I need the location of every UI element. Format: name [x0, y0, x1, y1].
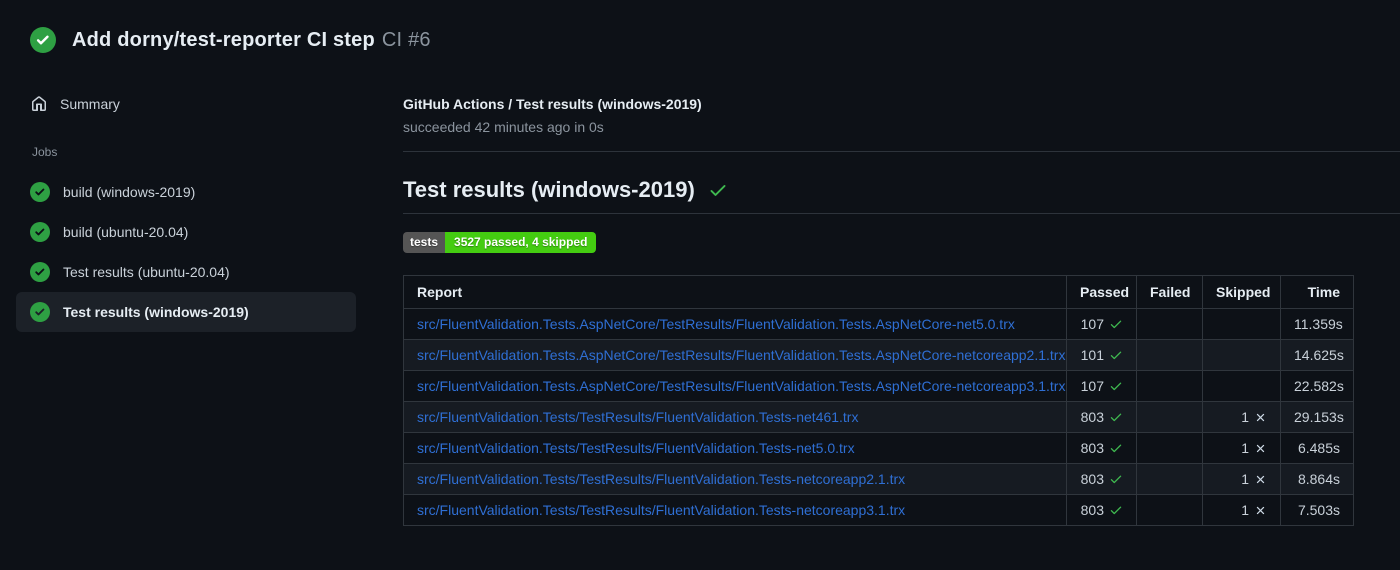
check-circle-icon: [30, 262, 50, 282]
skipped-cell: [1202, 370, 1281, 402]
failed-cell: [1136, 463, 1203, 495]
sidebar-item-summary[interactable]: Summary: [16, 88, 356, 120]
test-results-table: Report Passed Failed Skipped Time src/Fl…: [403, 275, 1354, 526]
passed-count: 107: [1080, 316, 1104, 332]
report-link[interactable]: src/FluentValidation.Tests/TestResults/F…: [417, 409, 858, 425]
failed-cell: [1136, 432, 1203, 464]
passed-count: 101: [1080, 347, 1104, 363]
skipped-count: 1: [1241, 471, 1249, 487]
check-run-title: GitHub Actions / Test results (windows-2…: [403, 96, 702, 112]
check-icon: [1109, 379, 1123, 393]
check-icon: [1109, 410, 1123, 424]
run-number: CI #6: [381, 28, 431, 51]
report-link[interactable]: src/FluentValidation.Tests.AspNetCore/Te…: [417, 316, 1015, 332]
report-link[interactable]: src/FluentValidation.Tests.AspNetCore/Te…: [417, 347, 1065, 363]
x-icon: [1254, 473, 1267, 486]
skipped-cell: 1: [1202, 494, 1281, 526]
tests-badge: tests 3527 passed, 4 skipped: [403, 232, 597, 253]
check-circle-icon: [30, 182, 50, 202]
sidebar-job-test-results-windows-2019[interactable]: Test results (windows-2019): [16, 292, 356, 332]
table-row: src/FluentValidation.Tests.AspNetCore/Te…: [403, 308, 1354, 340]
sidebar-job-build-ubuntu-20-04[interactable]: build (ubuntu-20.04): [16, 212, 356, 252]
home-icon: [31, 96, 47, 112]
skipped-cell: 1: [1202, 401, 1281, 433]
report-link[interactable]: src/FluentValidation.Tests.AspNetCore/Te…: [417, 378, 1065, 394]
table-row: src/FluentValidation.Tests/TestResults/F…: [403, 494, 1354, 526]
failed-cell: [1136, 401, 1203, 433]
job-label: build (ubuntu-20.04): [63, 224, 189, 240]
check-run-status-line: succeeded 42 minutes ago in 0s: [403, 119, 604, 135]
failed-cell: [1136, 308, 1203, 340]
table-row: src/FluentValidation.Tests/TestResults/F…: [403, 401, 1354, 433]
skipped-cell: 1: [1202, 463, 1281, 495]
time-cell: 8.864s: [1280, 463, 1354, 495]
job-label: build (windows-2019): [63, 184, 196, 200]
time-cell: 11.359s: [1280, 308, 1354, 340]
failed-cell: [1136, 370, 1203, 402]
check-icon: [1109, 317, 1123, 331]
sidebar-job-build-windows-2019[interactable]: build (windows-2019): [16, 172, 356, 212]
passed-count: 803: [1080, 440, 1104, 456]
time-cell: 29.153s: [1280, 401, 1354, 433]
passed-count: 803: [1080, 471, 1104, 487]
check-circle-icon: [30, 27, 56, 53]
report-link[interactable]: src/FluentValidation.Tests/TestResults/F…: [417, 440, 855, 456]
column-header-time: Time: [1280, 275, 1354, 309]
summary-label: Summary: [60, 96, 120, 112]
run-title-text: Add dorny/test-reporter CI step: [72, 28, 375, 51]
column-header-report: Report: [403, 275, 1067, 309]
column-header-skipped: Skipped: [1202, 275, 1281, 309]
check-circle-icon: [30, 302, 50, 322]
check-icon: [1109, 441, 1123, 455]
failed-cell: [1136, 494, 1203, 526]
report-link[interactable]: src/FluentValidation.Tests/TestResults/F…: [417, 502, 905, 518]
time-cell: 22.582s: [1280, 370, 1354, 402]
run-header: Add dorny/test-reporter CI step CI #6: [30, 27, 431, 53]
job-label: Test results (windows-2019): [63, 304, 249, 320]
check-circle-icon: [30, 222, 50, 242]
check-icon: [1109, 503, 1123, 517]
sidebar-job-test-results-ubuntu-20-04[interactable]: Test results (ubuntu-20.04): [16, 252, 356, 292]
job-label: Test results (ubuntu-20.04): [63, 264, 230, 280]
table-row: src/FluentValidation.Tests.AspNetCore/Te…: [403, 370, 1354, 402]
report-heading: Test results (windows-2019): [403, 177, 1400, 203]
table-row: src/FluentValidation.Tests.AspNetCore/Te…: [403, 339, 1354, 371]
x-icon: [1254, 504, 1267, 517]
tests-badge-value: 3527 passed, 4 skipped: [445, 232, 597, 253]
sidebar: Summary Jobs build (windows-2019) build …: [16, 88, 356, 332]
x-icon: [1254, 411, 1267, 424]
divider: [403, 213, 1400, 214]
jobs-list: build (windows-2019) build (ubuntu-20.04…: [16, 172, 356, 332]
skipped-count: 1: [1241, 440, 1249, 456]
report-link[interactable]: src/FluentValidation.Tests/TestResults/F…: [417, 471, 905, 487]
report-heading-text: Test results (windows-2019): [403, 177, 695, 202]
skipped-cell: [1202, 339, 1281, 371]
skipped-cell: 1: [1202, 432, 1281, 464]
x-icon: [1254, 442, 1267, 455]
table-row: src/FluentValidation.Tests/TestResults/F…: [403, 463, 1354, 495]
time-cell: 7.503s: [1280, 494, 1354, 526]
table-row: src/FluentValidation.Tests/TestResults/F…: [403, 432, 1354, 464]
check-icon: [1109, 472, 1123, 486]
column-header-failed: Failed: [1136, 275, 1203, 309]
time-cell: 6.485s: [1280, 432, 1354, 464]
skipped-count: 1: [1241, 502, 1249, 518]
divider: [403, 151, 1400, 152]
table-header-row: Report Passed Failed Skipped Time: [403, 275, 1354, 309]
passed-count: 803: [1080, 409, 1104, 425]
column-header-passed: Passed: [1066, 275, 1137, 309]
check-icon: [1109, 348, 1123, 362]
passed-count: 803: [1080, 502, 1104, 518]
check-run-panel: GitHub Actions / Test results (windows-2…: [403, 96, 1400, 526]
run-title: Add dorny/test-reporter CI step CI #6: [72, 29, 431, 52]
jobs-section-label: Jobs: [32, 145, 58, 159]
skipped-cell: [1202, 308, 1281, 340]
passed-count: 107: [1080, 378, 1104, 394]
skipped-count: 1: [1241, 409, 1249, 425]
time-cell: 14.625s: [1280, 339, 1354, 371]
failed-cell: [1136, 339, 1203, 371]
tests-badge-label: tests: [403, 232, 446, 253]
check-icon: [708, 180, 728, 200]
